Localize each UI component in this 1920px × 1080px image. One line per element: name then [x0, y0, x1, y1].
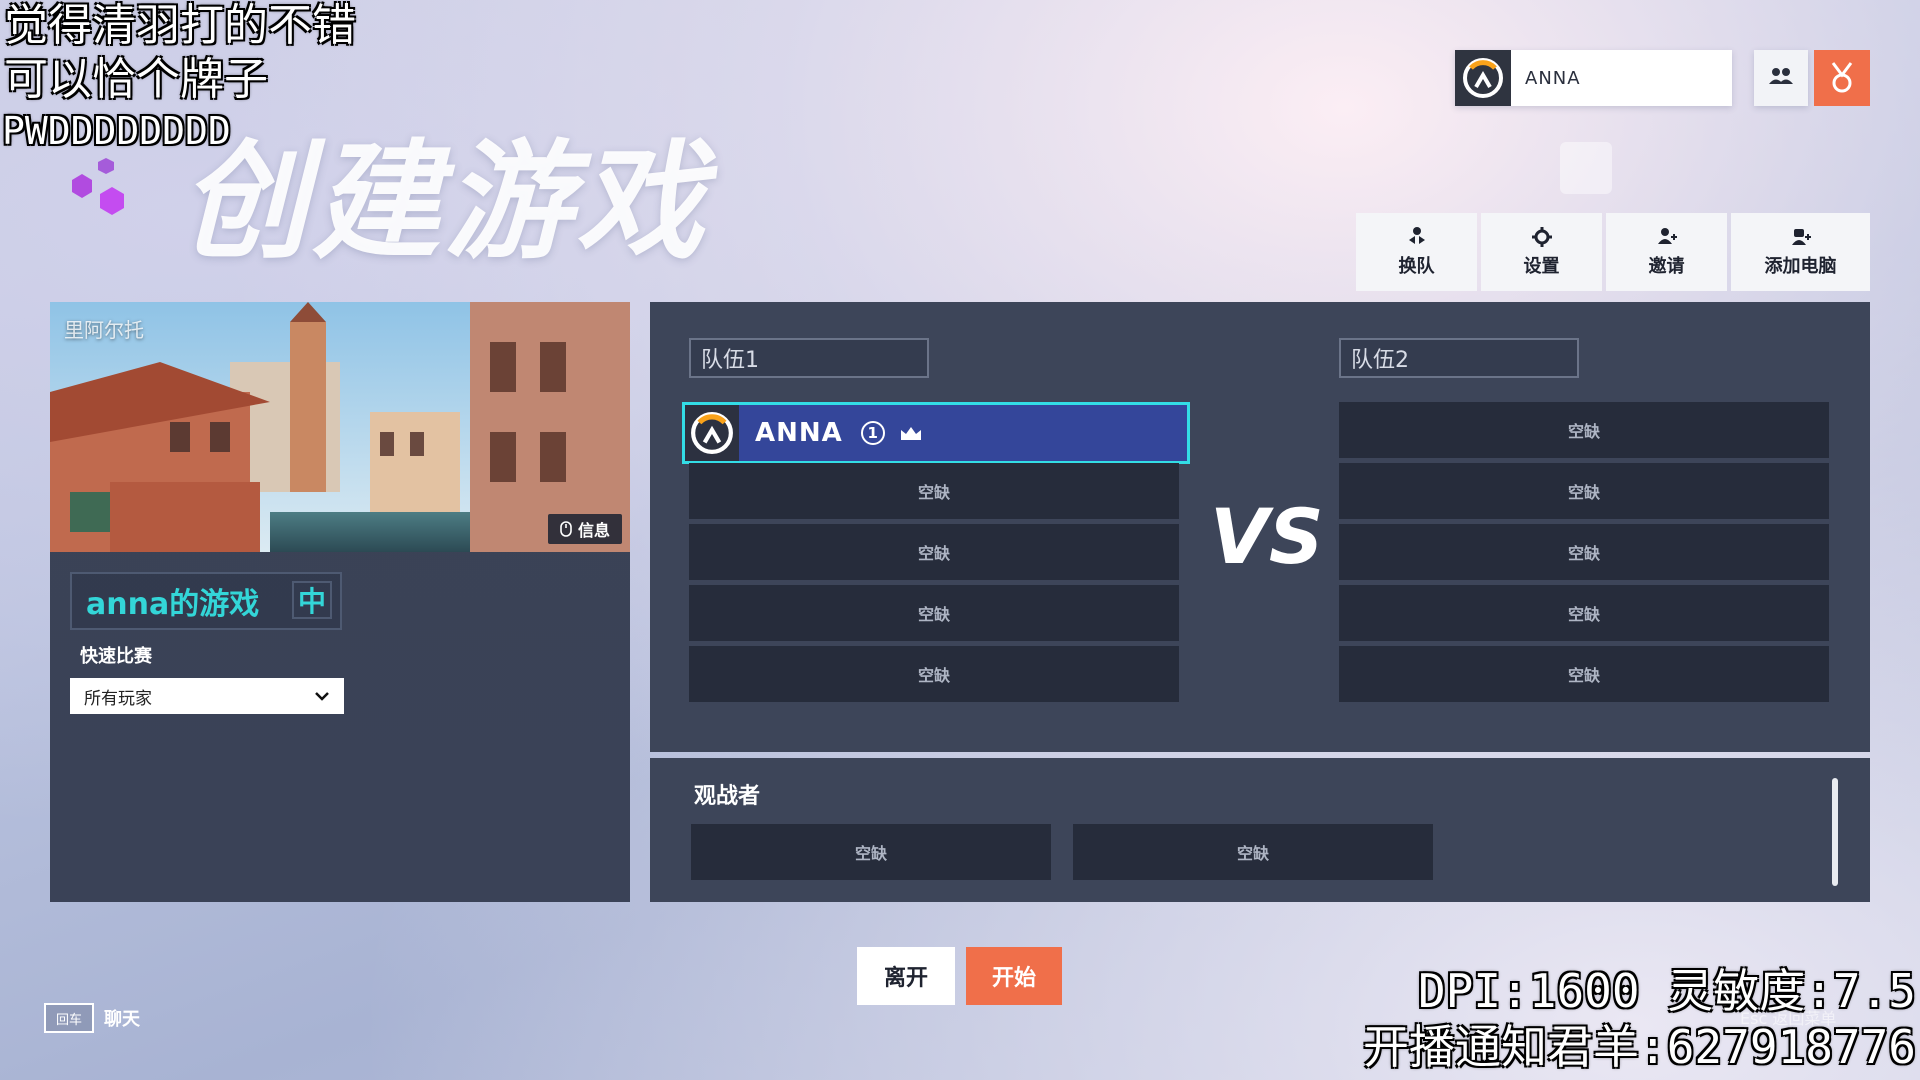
- map-info-button[interactable]: 信息: [547, 514, 622, 544]
- region-badge: 中: [292, 581, 332, 619]
- spectators-panel: 观战者 空缺 空缺: [650, 758, 1870, 902]
- teams-panel: 队伍1 队伍2 ANNA 1 空缺 空缺 空缺 空缺 VS 空缺 空缺 空缺 空…: [650, 302, 1870, 752]
- game-mode-label: 快速比赛: [80, 646, 152, 667]
- team1-name-input[interactable]: 队伍1: [689, 338, 929, 378]
- leave-button[interactable]: 离开: [857, 947, 955, 1005]
- hexagon-logo-icon: [72, 158, 124, 215]
- player-name: ANNA: [755, 418, 843, 448]
- overlay-text-line3: PWDDDDDDDD: [2, 109, 231, 153]
- add-ai-button[interactable]: 添加电脑: [1731, 213, 1870, 291]
- add-bot-icon: [1791, 229, 1811, 245]
- team1-empty-slot[interactable]: 空缺: [689, 524, 1179, 580]
- team1-empty-slot[interactable]: 空缺: [689, 646, 1179, 702]
- game-info-panel: 里阿尔托 信息 anna的游戏 中 快速比赛 所有玩家: [50, 302, 630, 902]
- team2-empty-slot[interactable]: 空缺: [1339, 524, 1829, 580]
- overlay-notice-text: 开播通知君羊:627918776: [1363, 1020, 1916, 1074]
- mouse-icon: [560, 521, 572, 537]
- social-button[interactable]: [1754, 50, 1808, 106]
- team2-name-input[interactable]: 队伍2: [1339, 338, 1579, 378]
- overlay-text-line1: 觉得清羽打的不错: [4, 0, 356, 51]
- chat-label: 聊天: [104, 1009, 140, 1030]
- map-name: 里阿尔托: [64, 318, 144, 342]
- overlay-dpi-text: DPI:1600 灵敏度:7.5: [1417, 964, 1916, 1018]
- add-ai-label: 添加电脑: [1764, 256, 1837, 277]
- overwatch-logo-icon: [1463, 58, 1503, 98]
- team2-empty-slot[interactable]: 空缺: [1339, 463, 1829, 519]
- user-avatar: [1455, 50, 1511, 106]
- friends-icon: [1769, 68, 1793, 84]
- spectators-scrollbar[interactable]: [1832, 778, 1838, 886]
- game-name: anna的游戏: [86, 587, 260, 622]
- swap-team-label: 换队: [1398, 256, 1435, 277]
- access-dropdown[interactable]: 所有玩家: [70, 678, 344, 714]
- chevron-down-icon: [315, 692, 329, 701]
- player-level-badge: 1: [860, 421, 885, 445]
- spectator-empty-slot[interactable]: 空缺: [1073, 824, 1433, 880]
- user-profile-bar[interactable]: ANNA: [1455, 50, 1732, 106]
- team1-empty-slot[interactable]: 空缺: [689, 463, 1179, 519]
- swap-team-button[interactable]: 换队: [1356, 213, 1477, 291]
- overwatch-logo-icon: [691, 412, 733, 454]
- crown-icon: [900, 427, 921, 440]
- team2-empty-slot[interactable]: 空缺: [1339, 646, 1829, 702]
- team2-empty-slot[interactable]: 空缺: [1339, 585, 1829, 641]
- page-title: 创建游戏: [180, 128, 709, 277]
- career-profile-button[interactable]: [1814, 50, 1870, 106]
- team2-empty-slot[interactable]: 空缺: [1339, 402, 1829, 458]
- map-info-label: 信息: [577, 521, 610, 540]
- start-button[interactable]: 开始: [966, 947, 1062, 1005]
- access-dropdown-value: 所有玩家: [84, 688, 152, 709]
- lobby-actions: 换队 设置 邀请 添加电脑: [1356, 213, 1870, 291]
- decorative-square: [1560, 142, 1612, 194]
- settings-button[interactable]: 设置: [1481, 213, 1602, 291]
- gear-icon: [1531, 227, 1552, 247]
- spectators-title: 观战者: [694, 784, 761, 809]
- spectator-empty-slot[interactable]: 空缺: [691, 824, 1051, 880]
- medal-icon: [1831, 62, 1853, 93]
- enter-key-hint: 回车: [44, 1003, 94, 1033]
- team1-empty-slot[interactable]: 空缺: [689, 585, 1179, 641]
- settings-label: 设置: [1523, 256, 1560, 277]
- user-name: ANNA: [1525, 67, 1581, 89]
- overlay-text-line2: 可以恰个牌子: [4, 54, 268, 105]
- player-avatar: [685, 405, 739, 461]
- team1-player-slot[interactable]: ANNA 1: [682, 402, 1190, 464]
- invite-label: 邀请: [1648, 256, 1685, 277]
- chat-hint[interactable]: 回车 聊天: [44, 1003, 140, 1033]
- vs-label: VS: [1210, 492, 1324, 581]
- swap-team-icon: [1408, 227, 1425, 244]
- map-preview-image[interactable]: 里阿尔托 信息: [50, 302, 630, 552]
- invite-button[interactable]: 邀请: [1606, 213, 1727, 291]
- game-name-field[interactable]: anna的游戏 中: [70, 572, 342, 630]
- add-player-icon: [1657, 228, 1677, 244]
